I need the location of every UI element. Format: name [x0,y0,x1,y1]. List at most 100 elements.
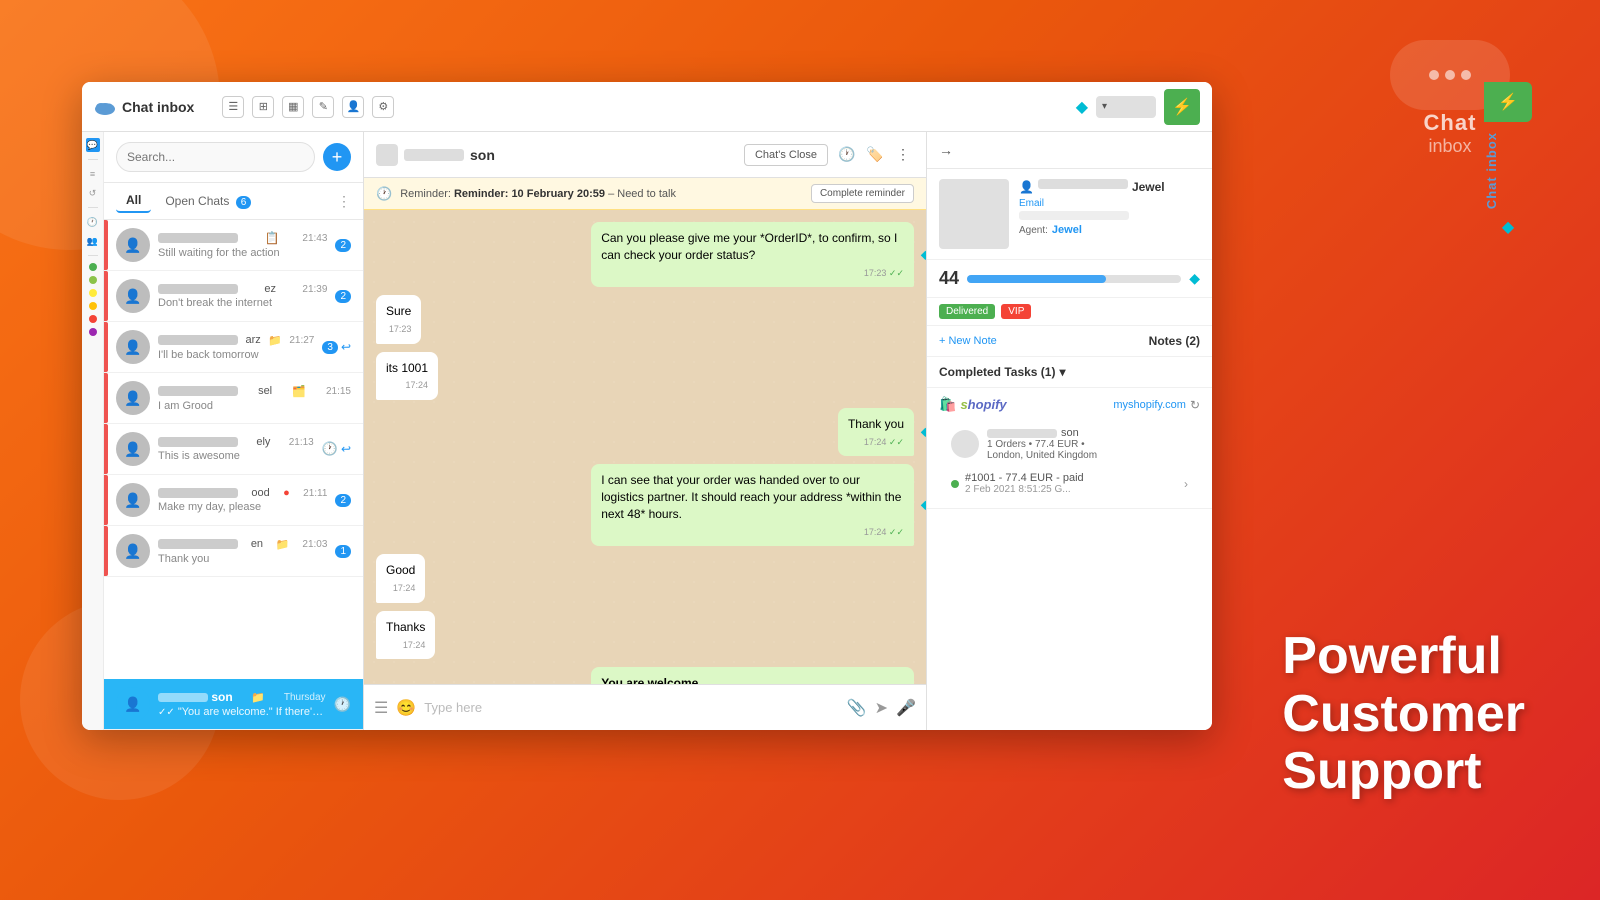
back-arrow-icon[interactable]: → [939,142,953,158]
order-arrow-icon[interactable]: › [1184,477,1188,491]
chat-info-5: ely 21:13 This is awesome [158,436,314,462]
sidebar-people-icon[interactable]: 👥 [86,234,100,248]
chat-badge-3: 3 [322,341,338,354]
completed-tasks-title[interactable]: Completed Tasks (1) ▾ [939,365,1200,379]
sidebar-chat-icon[interactable]: 💬 [86,138,100,152]
chat-info-1: 📋 21:43 Still waiting for the action [158,231,327,259]
sidebar-clock-icon[interactable]: 🕐 [86,215,100,229]
avatar-5: 👤 [116,432,150,466]
selected-preview-text: "You are welcome." If there's an... [178,706,326,718]
table-icon[interactable]: ▦ [282,96,304,118]
person-icon[interactable]: 👤 [342,96,364,118]
diamond-icon: ◆ [1076,97,1088,117]
message-input[interactable] [424,700,838,715]
shopify-refresh-icon[interactable]: ↻ [1190,398,1200,412]
chat-item-6[interactable]: 👤 ood ● 21:11 Make my day, please 2 [104,475,363,526]
edit-icon[interactable]: ✎ [312,96,334,118]
chat-preview-4: I am Grood [158,400,351,412]
chat-item-5[interactable]: 👤 ely 21:13 This is awesome 🕐 ↩ [104,424,363,475]
check-icon-selected: ✓✓ [158,707,175,718]
inbox-icon[interactable]: ☰ [222,96,244,118]
notes-section: + New Note Notes (2) [927,326,1212,357]
notes-title[interactable]: Notes (2) [1149,334,1200,348]
selected-clock-icon: 🕐 [334,696,351,713]
chat-item-4[interactable]: 👤 sel 🗂️ 21:15 I am Grood [104,373,363,424]
message-5-meta: 17:24 ✓✓ [601,526,904,539]
order-date-text: 2 Feb 2021 8:51:25 G... [965,484,1084,495]
ci-panel-inner: ⚡ [1484,82,1532,122]
new-note-button[interactable]: + New Note [939,335,997,347]
send-icon[interactable]: ➤ [875,698,888,718]
chat-preview-3: I'll be back tomorrow [158,349,314,361]
chat-window-actions: 🕐 🏷️ ⋮ [836,144,914,166]
grid-icon[interactable]: ⊞ [252,96,274,118]
sidebar-menu-icon[interactable]: ≡ [86,167,100,181]
right-panel-header: → [927,132,1212,169]
settings-icon[interactable]: ⚙ [372,96,394,118]
shopify-link-text[interactable]: myshopify.com [1113,399,1186,411]
message-4-diamond: ◆ [921,424,926,441]
order-item[interactable]: #1001 - 77.4 EUR - paid 2 Feb 2021 8:51:… [939,467,1200,500]
clock-action-icon[interactable]: 🕐 [836,144,858,166]
chat-preview-5: This is awesome [158,450,314,462]
powerful-line3: Support [1282,743,1525,800]
chat-badge-1: 2 [335,239,351,252]
label-action-icon[interactable]: 🏷️ [864,144,886,166]
chat-badge-7: 1 [335,545,351,558]
user-label: ▾ [1102,101,1107,112]
sidebar-refresh-icon[interactable]: ↺ [86,186,100,200]
tab-all[interactable]: All [116,189,151,213]
green-action-btn[interactable]: ⚡ [1164,89,1200,125]
search-input[interactable] [116,142,315,172]
message-4-meta: 17:24 ✓✓ [848,436,904,449]
chat-contact-name-blurred [404,149,464,161]
selected-chat-item[interactable]: 👤 son 📁 Thursday ✓✓ "You are welcome." I… [104,679,363,730]
reminder-label: Reminder: [400,188,454,200]
message-8: You are welcome. If there's anything els… [591,667,914,684]
selected-chat-time: Thursday [284,692,326,703]
chat-name-blurred-2 [158,284,238,294]
chat-name-blurred-4 [158,386,238,396]
mic-icon[interactable]: 🎤 [896,698,916,718]
chat-input-area: ☰ 😊 📎 ➤ 🎤 [364,684,926,730]
ci-diamond-icon: ◆ [1502,217,1514,237]
agent-label: Agent: [1019,225,1048,236]
message-1-text: Can you please give me your *OrderID*, t… [601,230,904,264]
complete-reminder-button[interactable]: Complete reminder [811,184,914,203]
stat-number: 44 [939,268,959,289]
emoji-input-icon[interactable]: 😊 [396,698,416,718]
message-7-text: Thanks [386,619,425,636]
chat-time-2: 21:39 [302,284,327,295]
completed-tasks-section: Completed Tasks (1) ▾ [927,357,1212,388]
chat-tab-options[interactable]: ⋮ [337,193,351,210]
contact-agent-row: Agent: Jewel [1019,224,1200,236]
chat-item-2[interactable]: 👤 ez 21:39 Don't break the internet 2 [104,271,363,322]
more-action-icon[interactable]: ⋮ [892,144,914,166]
cloud-logo-icon [94,99,116,115]
chat-item-1[interactable]: 👤 📋 21:43 Still waiting for the action 2 [104,220,363,271]
attachment-icon[interactable]: 📎 [847,698,867,718]
chat-time-6: 21:11 [303,488,327,499]
messages-area: Can you please give me your *OrderID*, t… [364,210,926,684]
chat-item-7[interactable]: 👤 en 📁 21:03 Thank you 1 [104,526,363,577]
sidebar-dot-green [89,263,97,271]
chat-actions-3: 3 ↩ [322,340,351,354]
chat-items-list: 👤 📋 21:43 Still waiting for the action 2 [104,220,363,679]
left-bar-3 [104,322,108,372]
tab-open-chats[interactable]: Open Chats 6 [155,190,261,212]
tag-vip: VIP [1001,304,1031,319]
close-chat-button[interactable]: Chat's Close [744,144,828,166]
chat-name-blurred-1 [158,233,238,243]
chat-info-4: sel 🗂️ 21:15 I am Grood [158,385,351,412]
chat-item-3[interactable]: 👤 arz 📁 21:27 I'll be back tomorrow 3 ↩ [104,322,363,373]
chat-list-header: + [104,132,363,183]
add-chat-button[interactable]: + [323,143,351,171]
chat-name-blurred-5 [158,437,238,447]
contact-email-label: Email [1019,198,1200,209]
menu-input-icon[interactable]: ☰ [374,698,388,718]
user-menu[interactable]: ▾ [1096,96,1156,118]
deco-label: Chat [1424,110,1477,136]
folder-icon-3: 📁 [268,334,282,347]
selected-avatar: 👤 [116,687,150,721]
contact-email-blurred [1019,211,1129,220]
